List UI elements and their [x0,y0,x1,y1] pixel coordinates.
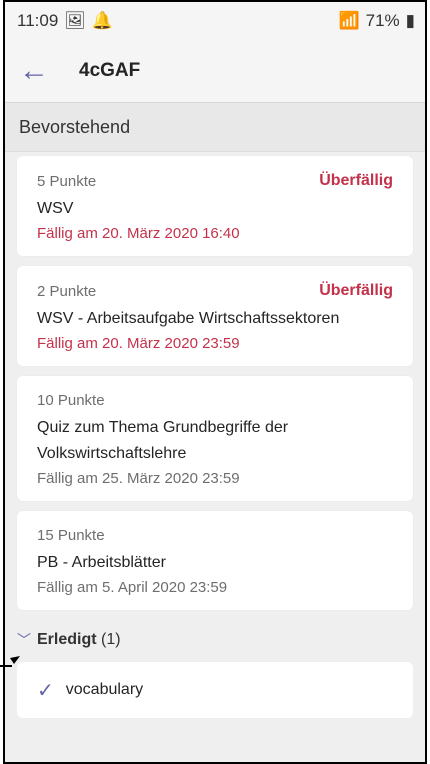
completed-count: (1) [101,631,121,648]
assignment-due: Fällig am 20. März 2020 16:40 [37,225,240,242]
assignment-name: WSV [37,200,74,217]
gallery-icon: 🖼 [64,11,86,30]
assignment-points: 15 Punkte [37,527,105,544]
assignment-name: WSV - Arbeitsaufgabe Wirtschaftssektoren [37,310,340,327]
completed-assignment-name: vocabulary [65,681,144,698]
chevron-down-icon: ﹀ [17,632,31,648]
upcoming-section-header: Bevorstehend [5,103,425,152]
assignment-name: Quiz zum Thema Grundbegriffe der Volkswi… [37,419,289,462]
completed-section-toggle[interactable]: ﹀ Erledigt (1) [5,620,425,660]
notification-bell-icon: 🔔 [91,11,114,30]
assignment-due: Fällig am 5. April 2020 23:59 [37,579,228,596]
battery-icon: ▮ [405,11,415,30]
app-bar: ← 4cGAF [5,40,425,103]
wifi-icon: 📶 [338,11,360,30]
assignment-card[interactable]: 10 Punkte Quiz zum Thema Grundbegriffe d… [17,376,413,501]
assignment-card[interactable]: 2 Punkte Überfällig WSV - Arbeitsaufgabe… [17,266,413,366]
status-bar: 11:09 🖼 🔔 📶 71% ▮ [5,2,425,40]
status-time: 11:09 [17,11,59,30]
completed-label: Erledigt [37,631,97,648]
overdue-badge: Überfällig [319,282,393,299]
assignment-due: Fällig am 20. März 2020 23:59 [37,335,240,352]
phone-screen: 11:09 🖼 🔔 📶 71% ▮ ← 4cGAF Bevorstehend 5… [3,0,427,764]
assignment-points: 2 Punkte [37,282,97,300]
battery-level: 71% [365,11,400,30]
back-arrow-icon[interactable]: ← [19,56,59,86]
assignment-list: 5 Punkte Überfällig WSV Fällig am 20. Mä… [5,152,425,610]
completed-assignment-card[interactable]: ✓ vocabulary [17,662,413,718]
assignment-card[interactable]: 15 Punkte PB - Arbeitsblätter Fällig am … [17,511,413,610]
assignment-card[interactable]: 5 Punkte Überfällig WSV Fällig am 20. Mä… [17,156,413,256]
assignment-due: Fällig am 25. März 2020 23:59 [37,470,240,487]
assignment-name: PB - Arbeitsblätter [37,554,166,571]
assignment-points: 10 Punkte [37,392,105,409]
assignment-points: 5 Punkte [37,172,97,190]
checkmark-icon: ✓ [37,679,54,702]
overdue-badge: Überfällig [319,172,393,189]
annotation-arrow-icon [0,656,20,667]
page-title: 4cGAF [79,60,141,81]
